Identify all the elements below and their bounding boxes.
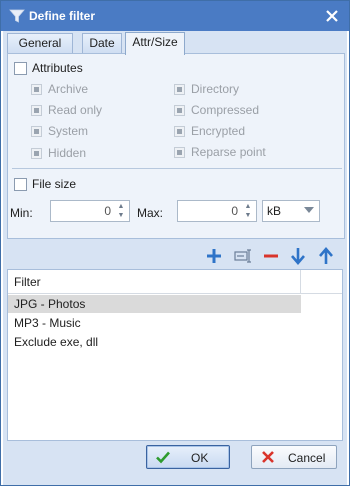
cancel-button-label: Cancel <box>288 451 326 465</box>
ok-button-label: OK <box>191 451 209 465</box>
list-item-label: JPG - Photos <box>14 297 86 311</box>
move-down-button[interactable] <box>287 245 309 267</box>
cancel-x-icon <box>262 451 274 463</box>
directory-checkbox[interactable] <box>174 84 185 95</box>
encrypted-label: Encrypted <box>191 124 246 138</box>
archive-label: Archive <box>48 82 89 96</box>
tab-attr-size-label: Attr/Size <box>132 35 178 49</box>
archive-checkbox[interactable] <box>31 84 42 95</box>
add-filter-button[interactable] <box>203 245 225 267</box>
min-size-value: 0 <box>104 204 111 218</box>
tab-attr-size[interactable]: Attr/Size <box>125 32 185 55</box>
attributes-checkbox[interactable] <box>14 62 27 75</box>
compressed-label: Compressed <box>191 103 260 117</box>
list-item[interactable]: MP3 - Music <box>8 314 301 332</box>
list-item-label: MP3 - Music <box>14 316 81 330</box>
read-only-label: Read only <box>48 103 103 117</box>
define-filter-dialog: Define filter General Date Attr/Size Att… <box>0 0 350 486</box>
tab-date[interactable]: Date <box>82 33 122 53</box>
encrypted-checkbox[interactable] <box>174 126 185 137</box>
add-icon <box>207 249 221 263</box>
dialog-body: General Date Attr/Size Attributes Archiv… <box>3 31 347 485</box>
attributes-label: Attributes <box>32 61 83 75</box>
window-title: Define filter <box>29 9 96 23</box>
size-unit-select[interactable]: kB <box>262 200 320 222</box>
move-down-icon <box>291 248 305 265</box>
min-size-input[interactable]: 0 ▲ ▼ <box>50 200 130 222</box>
remove-icon <box>264 254 278 258</box>
filter-funnel-icon <box>9 9 25 23</box>
close-icon <box>326 10 338 22</box>
section-divider <box>12 168 342 169</box>
filter-list-header[interactable]: Filter <box>8 270 342 294</box>
move-up-button[interactable] <box>315 245 337 267</box>
cancel-button[interactable]: Cancel <box>251 445 337 469</box>
max-spin-up-icon[interactable]: ▲ <box>242 202 254 211</box>
ok-button[interactable]: OK <box>146 445 230 469</box>
reparse-point-checkbox[interactable] <box>174 147 185 158</box>
min-spin-up-icon[interactable]: ▲ <box>115 202 127 211</box>
read-only-checkbox[interactable] <box>31 105 42 116</box>
min-spin-down-icon[interactable]: ▼ <box>115 211 127 220</box>
edit-icon <box>234 249 251 263</box>
filter-list[interactable]: Filter JPG - Photos MP3 - Music Exclude … <box>7 269 343 441</box>
title-bar[interactable]: Define filter <box>1 1 349 31</box>
edit-filter-button[interactable] <box>232 245 254 267</box>
attr-size-panel: Attributes Archive Read only System Hidd… <box>7 53 345 239</box>
move-up-icon <box>319 247 333 264</box>
tab-general-label: General <box>18 36 62 50</box>
list-item[interactable]: Exclude exe, dll <box>8 333 301 351</box>
tab-date-label: Date <box>89 36 115 50</box>
file-size-checkbox[interactable] <box>14 178 27 191</box>
file-size-label: File size <box>32 177 77 191</box>
tab-general[interactable]: General <box>7 33 73 53</box>
filter-column-header[interactable]: Filter <box>14 275 41 289</box>
min-label: Min: <box>10 206 33 220</box>
hidden-label: Hidden <box>48 146 87 160</box>
close-button[interactable] <box>323 7 341 25</box>
hidden-checkbox[interactable] <box>31 148 42 159</box>
max-size-value: 0 <box>231 204 238 218</box>
system-checkbox[interactable] <box>31 126 42 137</box>
max-label: Max: <box>137 206 164 220</box>
max-size-input[interactable]: 0 ▲ ▼ <box>177 200 257 222</box>
checkmark-icon <box>156 451 170 464</box>
chevron-down-icon <box>304 207 314 213</box>
compressed-checkbox[interactable] <box>174 105 185 116</box>
system-label: System <box>48 124 89 138</box>
list-item-label: Exclude exe, dll <box>14 335 99 349</box>
reparse-point-label: Reparse point <box>191 145 266 159</box>
column-divider[interactable] <box>300 270 301 294</box>
remove-filter-button[interactable] <box>260 245 282 267</box>
directory-label: Directory <box>191 82 240 96</box>
max-spin-down-icon[interactable]: ▼ <box>242 211 254 220</box>
size-unit-value: kB <box>267 204 282 218</box>
list-item[interactable]: JPG - Photos <box>8 295 301 313</box>
